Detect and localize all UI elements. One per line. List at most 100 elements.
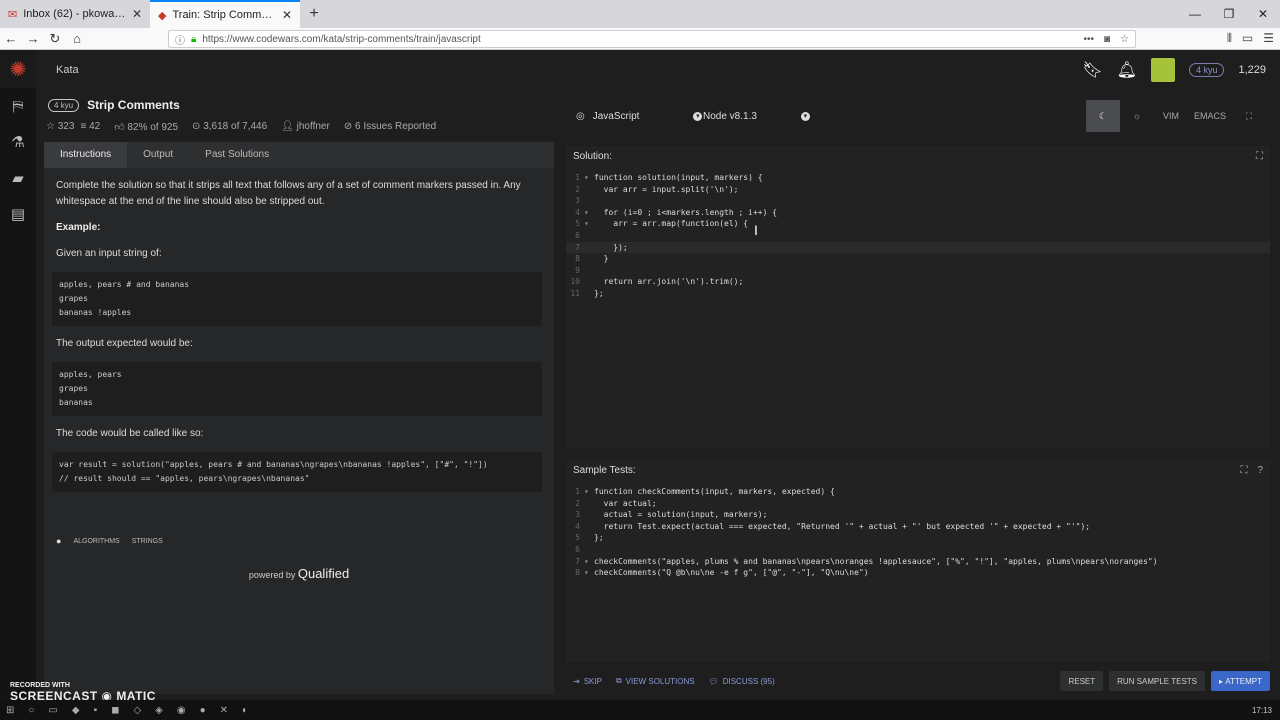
close-window-icon[interactable]: ✕ bbox=[1246, 7, 1280, 21]
sample-tests-editor[interactable]: Sample Tests: ⛶ ? 1 ▾ function checkCommen… bbox=[566, 460, 1270, 662]
task-view-icon[interactable]: ▭ bbox=[48, 705, 57, 716]
code-line[interactable]: 2 var actual; bbox=[566, 498, 1270, 510]
fold-icon[interactable]: ▾ bbox=[584, 218, 594, 230]
solution-editor[interactable]: Solution: ⛶ 1 ▾ function solution(input, m… bbox=[566, 146, 1270, 448]
firefox-icon[interactable]: ● bbox=[200, 705, 206, 716]
discuss-button[interactable]: 💬︎ DISCUSS (95) bbox=[702, 670, 782, 692]
app-icon[interactable]: ◆ bbox=[72, 705, 80, 716]
author-stat[interactable]: 👤︎ jhoffner bbox=[281, 121, 330, 133]
fold-icon[interactable]: ▾ bbox=[584, 567, 594, 579]
reset-button[interactable]: RESET bbox=[1060, 671, 1104, 691]
tab-past-solutions[interactable]: Past Solutions bbox=[189, 142, 285, 168]
maximize-icon[interactable]: ❐ bbox=[1212, 7, 1246, 21]
code-line[interactable]: 6 bbox=[566, 544, 1270, 556]
sidebar-icon[interactable]: ▭ bbox=[1242, 31, 1253, 46]
expand-icon[interactable]: ⛶ bbox=[1240, 465, 1247, 476]
run-sample-tests-button[interactable]: RUN SAMPLE TESTS bbox=[1109, 671, 1205, 691]
more-icon[interactable]: ••• bbox=[1083, 34, 1094, 45]
version-select[interactable]: Node v8.1.3 ▾ bbox=[703, 111, 810, 122]
back-icon[interactable]: ← bbox=[0, 31, 22, 46]
tag-strings[interactable]: STRINGS bbox=[132, 538, 163, 545]
browser-tab-inbox[interactable]: ✉ Inbox (62) - pkowalski@citizen ✕ bbox=[0, 0, 150, 28]
solutions-icon: ⧉ bbox=[615, 676, 622, 685]
code-line[interactable]: 5 ▾ arr = arr.map(function(el) { bbox=[566, 218, 1270, 230]
fold-icon[interactable]: ▾ bbox=[584, 207, 594, 219]
fullscreen-icon[interactable]: ⛶ bbox=[1232, 100, 1266, 132]
app-icon[interactable]: ◐ bbox=[242, 705, 248, 716]
tests-code[interactable]: 1 ▾ function checkComments(input, markers,… bbox=[566, 480, 1270, 579]
code-line[interactable]: 8 ▾ checkComments("Q @b\nu\ne -e f g", ["@… bbox=[566, 567, 1270, 579]
light-theme-icon[interactable]: ☼ bbox=[1120, 100, 1154, 132]
tag-algorithms[interactable]: ALGORITHMS bbox=[73, 538, 119, 545]
browser-tab-codewars[interactable]: ◆ Train: Strip Comments | Codew ✕ bbox=[150, 0, 300, 28]
app-icon[interactable]: ◉ bbox=[177, 705, 186, 716]
code-line: // result should == "apples, pears\ngrap… bbox=[59, 474, 310, 483]
emacs-mode-button[interactable]: EMACS bbox=[1188, 100, 1232, 132]
leaderboard-icon[interactable]: ⚗ bbox=[0, 124, 36, 160]
app-icon[interactable]: ◼ bbox=[111, 705, 119, 716]
url-bar[interactable]: ⓘ 🔒︎ https://www.codewars.com/kata/strip… bbox=[168, 30, 1136, 48]
docs-icon[interactable]: ▤ bbox=[0, 196, 36, 232]
expand-icon[interactable]: ⛶ bbox=[1256, 151, 1263, 162]
code-line[interactable]: 2 var arr = input.split('\n'); bbox=[566, 184, 1270, 196]
start-icon[interactable]: ⊞ bbox=[6, 705, 14, 716]
minimize-icon[interactable]: — bbox=[1178, 7, 1212, 21]
stars-stat[interactable]: ☆ 323 bbox=[46, 121, 74, 133]
code-line[interactable]: 9 bbox=[566, 265, 1270, 277]
close-icon[interactable]: ✕ bbox=[282, 8, 292, 22]
line-number: 8 bbox=[575, 568, 580, 578]
app-icon[interactable]: ✕ bbox=[220, 705, 228, 716]
avatar[interactable] bbox=[1150, 58, 1175, 82]
bell-icon[interactable]: 🔔︎ bbox=[1117, 60, 1137, 80]
attempt-button[interactable]: ▸ ATTEMPT bbox=[1211, 671, 1270, 691]
code-line[interactable]: 1 ▾ function solution(input, markers) { bbox=[566, 172, 1270, 184]
search-icon[interactable]: ○ bbox=[28, 705, 34, 716]
fold-icon[interactable]: ▾ bbox=[584, 172, 594, 184]
section-title[interactable]: Kata bbox=[56, 64, 79, 76]
solution-code[interactable]: 1 ▾ function solution(input, markers) {2 v… bbox=[566, 166, 1270, 300]
app-icon[interactable]: ▪ bbox=[94, 705, 98, 716]
votes-stat[interactable]: ≡ 42 bbox=[80, 121, 100, 133]
code-line[interactable]: 6 bbox=[566, 230, 1270, 242]
honor-count: 1,229 bbox=[1238, 64, 1266, 76]
code-line[interactable]: 4 ▾ for (i=0 ; i<markers.length ; i++) { bbox=[566, 207, 1270, 219]
menu-icon[interactable]: ☰ bbox=[1263, 31, 1274, 46]
app-icon[interactable]: ◈ bbox=[155, 705, 163, 716]
language-select[interactable]: ◎ JavaScript ▾ bbox=[576, 111, 703, 122]
pocket-icon[interactable]: ◙ bbox=[1104, 34, 1110, 45]
view-solutions-label: VIEW SOLUTIONS bbox=[625, 676, 695, 686]
skip-button[interactable]: ⇥ SKIP bbox=[566, 670, 609, 692]
code-line[interactable]: 3 bbox=[566, 195, 1270, 207]
app-icon[interactable]: ◇ bbox=[133, 705, 141, 716]
help-icon[interactable]: ? bbox=[1257, 465, 1263, 476]
forward-icon[interactable]: → bbox=[22, 31, 44, 46]
close-icon[interactable]: ✕ bbox=[132, 7, 142, 21]
tab-instructions[interactable]: Instructions bbox=[44, 142, 128, 168]
bookmark-icon[interactable]: 🔖︎ bbox=[1082, 60, 1102, 80]
codewars-logo-icon[interactable]: ✺ bbox=[0, 50, 36, 88]
code-line[interactable]: 5 }; bbox=[566, 532, 1270, 544]
code-line[interactable]: 8 } bbox=[566, 253, 1270, 265]
home-icon[interactable]: ⌂ bbox=[66, 31, 88, 46]
code-line[interactable]: 4 return Test.expect(actual === expected… bbox=[566, 521, 1270, 533]
code-line[interactable]: 7 ▾ checkComments("apples, plums % and ban… bbox=[566, 556, 1270, 568]
fold-icon[interactable]: ▾ bbox=[584, 556, 594, 568]
tab-output[interactable]: Output bbox=[127, 142, 189, 168]
code-line[interactable]: 3 actual = solution(input, markers); bbox=[566, 509, 1270, 521]
view-solutions-button[interactable]: ⧉ VIEW SOLUTIONS bbox=[609, 670, 702, 692]
fold-icon[interactable]: ▾ bbox=[584, 486, 594, 498]
star-icon[interactable]: ☆ bbox=[1120, 34, 1129, 45]
qualified-logo[interactable]: Qualified bbox=[298, 566, 349, 581]
vim-mode-button[interactable]: VIM bbox=[1154, 100, 1188, 132]
code-line[interactable]: 10 return arr.join('\n').trim(); bbox=[566, 276, 1270, 288]
code-line[interactable]: 1 ▾ function checkComments(input, markers,… bbox=[566, 486, 1270, 498]
reload-icon[interactable]: ↻ bbox=[44, 31, 66, 47]
training-icon[interactable]: ⛿ bbox=[0, 88, 36, 124]
dark-theme-icon[interactable]: ☾ bbox=[1085, 100, 1120, 132]
chat-icon[interactable]: ▰ bbox=[0, 160, 36, 196]
code-line[interactable]: 11 }; bbox=[566, 288, 1270, 300]
code-line[interactable]: 7 }); bbox=[566, 241, 1270, 254]
issues-stat[interactable]: ⊘ 6 Issues Reported bbox=[344, 121, 436, 133]
new-tab-button[interactable]: + bbox=[300, 0, 328, 28]
library-icon[interactable]: ⫴ bbox=[1227, 31, 1232, 46]
